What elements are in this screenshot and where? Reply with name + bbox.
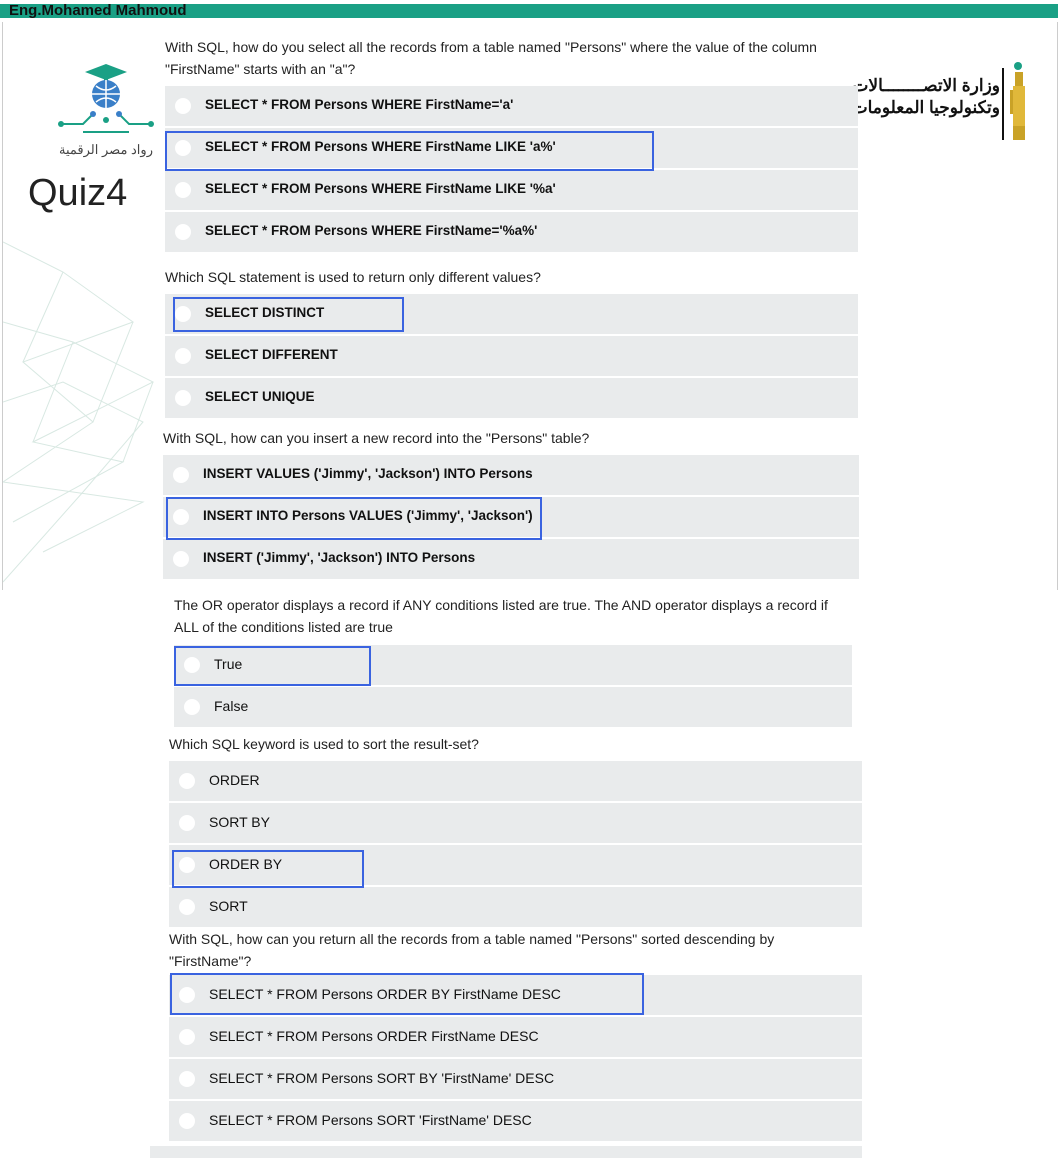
radio-icon[interactable] [179,899,195,915]
option-label: SELECT * FROM Persons WHERE FirstName='%… [205,223,538,238]
mcit-line-2: وتكنولوجيا المعلومات [851,98,1000,117]
mcit-line-1: وزارة الاتصــــــــالات [852,76,1000,95]
q1-option-4[interactable]: SELECT * FROM Persons WHERE FirstName='%… [165,212,858,252]
author-name: Eng.Mohamed Mahmoud [9,2,187,19]
question-4-line-1: The OR operator displays a record if ANY… [174,597,828,613]
radio-icon[interactable] [175,390,191,406]
q1-option-1[interactable]: SELECT * FROM Persons WHERE FirstName='a… [165,86,858,126]
q6-option-2[interactable]: SELECT * FROM Persons ORDER FirstName DE… [169,1017,862,1057]
radio-icon[interactable] [179,1029,195,1045]
radio-icon[interactable] [175,182,191,198]
option-label: SELECT UNIQUE [205,389,315,404]
question-5: Which SQL keyword is used to sort the re… [169,733,479,755]
option-label: SELECT DIFFERENT [205,347,338,362]
q4-answer-highlight [174,646,371,686]
q5-option-1[interactable]: ORDER [169,761,862,801]
question-1-line-2: "FirstName" starts with an "a"? [165,61,356,77]
question-5-line-1: Which SQL keyword is used to sort the re… [169,736,479,752]
q2-option-3[interactable]: SELECT UNIQUE [165,378,858,418]
question-1-line-1: With SQL, how do you select all the reco… [165,39,817,55]
question-2-line-1: Which SQL statement is used to return on… [165,269,541,285]
radio-icon[interactable] [179,815,195,831]
option-label: SELECT * FROM Persons SORT BY 'FirstName… [209,1070,555,1086]
q1-answer-highlight [165,131,654,171]
option-label: ORDER [209,772,260,788]
quiz-title: Quiz4 [28,172,128,214]
radio-icon[interactable] [184,699,200,715]
radio-icon[interactable] [179,1113,195,1129]
q6-answer-highlight [170,973,644,1015]
option-label: SELECT * FROM Persons SORT 'FirstName' D… [209,1112,532,1128]
question-3-line-1: With SQL, how can you insert a new recor… [163,430,590,446]
q5-answer-highlight [172,850,364,888]
q3-option-3[interactable]: INSERT ('Jimmy', 'Jackson') INTO Persons [163,539,859,579]
q3-answer-highlight [166,497,542,540]
globe-graduation-icon [58,64,154,133]
radio-icon[interactable] [175,348,191,364]
q6-option-3[interactable]: SELECT * FROM Persons SORT BY 'FirstName… [169,1059,862,1099]
option-label: SORT BY [209,814,270,830]
question-4: The OR operator displays a record if ANY… [174,594,828,638]
q5-option-2[interactable]: SORT BY [169,803,862,843]
question-4-line-2: ALL of the conditions listed are true [174,619,393,635]
q6-option-4[interactable]: SELECT * FROM Persons SORT 'FirstName' D… [169,1101,862,1141]
q5-option-4[interactable]: SORT [169,887,862,927]
radio-icon[interactable] [175,224,191,240]
option-label: SORT [209,898,248,914]
option-label: SELECT * FROM Persons ORDER FirstName DE… [209,1028,539,1044]
q2-option-2[interactable]: SELECT DIFFERENT [165,336,858,376]
question-6: With SQL, how can you return all the rec… [169,928,774,972]
mcit-divider [1002,68,1004,140]
question-2: Which SQL statement is used to return on… [165,266,541,288]
mcit-logo: وزارة الاتصــــــــالات وتكنولوجيا المعل… [852,60,1044,146]
radio-icon[interactable] [173,551,189,567]
option-label: INSERT VALUES ('Jimmy', 'Jackson') INTO … [203,466,533,481]
option-label: SELECT * FROM Persons WHERE FirstName='a… [205,97,514,112]
radio-icon[interactable] [179,1071,195,1087]
q1-option-3[interactable]: SELECT * FROM Persons WHERE FirstName LI… [165,170,858,210]
bottom-strip [150,1146,862,1158]
header-bar: Eng.Mohamed Mahmoud [0,0,1058,22]
question-1: With SQL, how do you select all the reco… [165,36,817,80]
option-label: False [214,698,249,714]
rowad-misr-logo: رواد مصر الرقمية [53,62,159,162]
option-label: INSERT ('Jimmy', 'Jackson') INTO Persons [203,550,476,565]
q4-option-2[interactable]: False [174,687,852,727]
rowad-caption: رواد مصر الرقمية [59,142,153,157]
question-3: With SQL, how can you insert a new recor… [163,427,589,449]
option-label: SELECT * FROM Persons WHERE FirstName LI… [205,181,556,196]
question-6-line-1: With SQL, how can you return all the rec… [169,931,775,947]
radio-icon[interactable] [179,773,195,789]
radio-icon[interactable] [175,98,191,114]
radio-icon[interactable] [173,467,189,483]
pharaonic-figure-icon [1010,62,1025,140]
q3-option-1[interactable]: INSERT VALUES ('Jimmy', 'Jackson') INTO … [163,455,859,495]
q2-answer-highlight [173,297,404,332]
question-6-line-2: "FirstName"? [169,953,252,969]
